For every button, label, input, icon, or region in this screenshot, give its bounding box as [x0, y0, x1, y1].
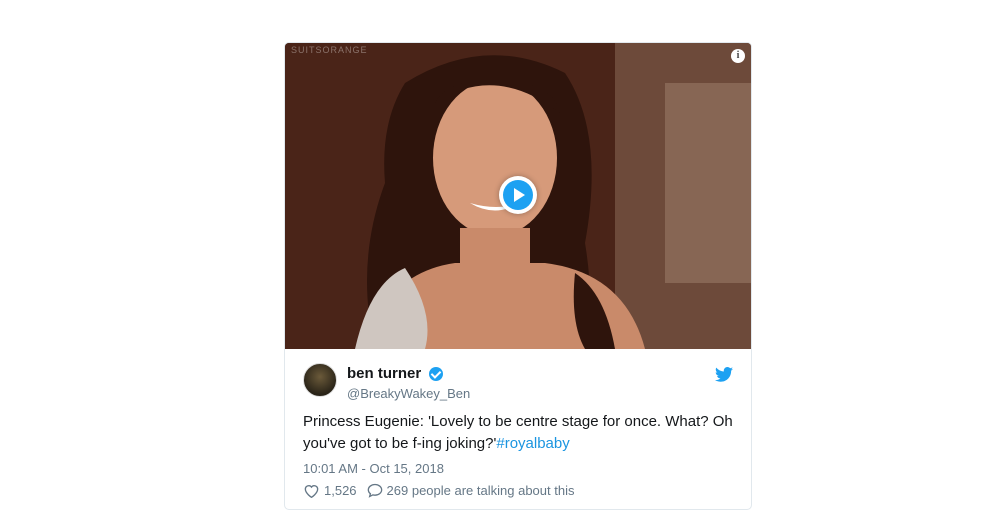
tweet-media-video[interactable]: SUITSORANGE i [285, 43, 751, 349]
hashtag-link[interactable]: #royalbaby [496, 435, 569, 452]
play-button[interactable] [499, 176, 537, 214]
tweet-timestamp[interactable]: 10:01 AM - Oct 15, 2018 [303, 461, 444, 476]
like-count: 1,526 [324, 483, 357, 498]
tweet-actions: 1,526 269 people are talking about this [303, 483, 584, 498]
video-watermark: SUITSORANGE [291, 45, 368, 55]
tweet-embed-card: SUITSORANGE i ben turner @BreakyWakey_Be… [284, 42, 752, 510]
avatar[interactable] [303, 363, 337, 397]
verified-badge-icon [428, 366, 443, 381]
comment-summary: 269 people are talking about this [386, 483, 575, 498]
twitter-bird-icon[interactable] [715, 367, 733, 382]
comment-action[interactable]: 269 people are talking about this [367, 483, 575, 498]
like-action[interactable]: 1,526 [303, 483, 357, 498]
play-icon [503, 180, 533, 210]
heart-icon [304, 485, 319, 498]
comment-icon [367, 483, 382, 498]
user-name[interactable]: ben turner [347, 365, 421, 382]
tweet-author[interactable]: ben turner @BreakyWakey_Ben [347, 365, 470, 401]
info-icon[interactable]: i [731, 49, 745, 63]
user-handle[interactable]: @BreakyWakey_Ben [347, 386, 470, 401]
tweet-text: Princess Eugenie: 'Lovely to be centre s… [303, 411, 743, 455]
tweet-body: ben turner @BreakyWakey_Ben Princess Eug… [285, 349, 751, 509]
